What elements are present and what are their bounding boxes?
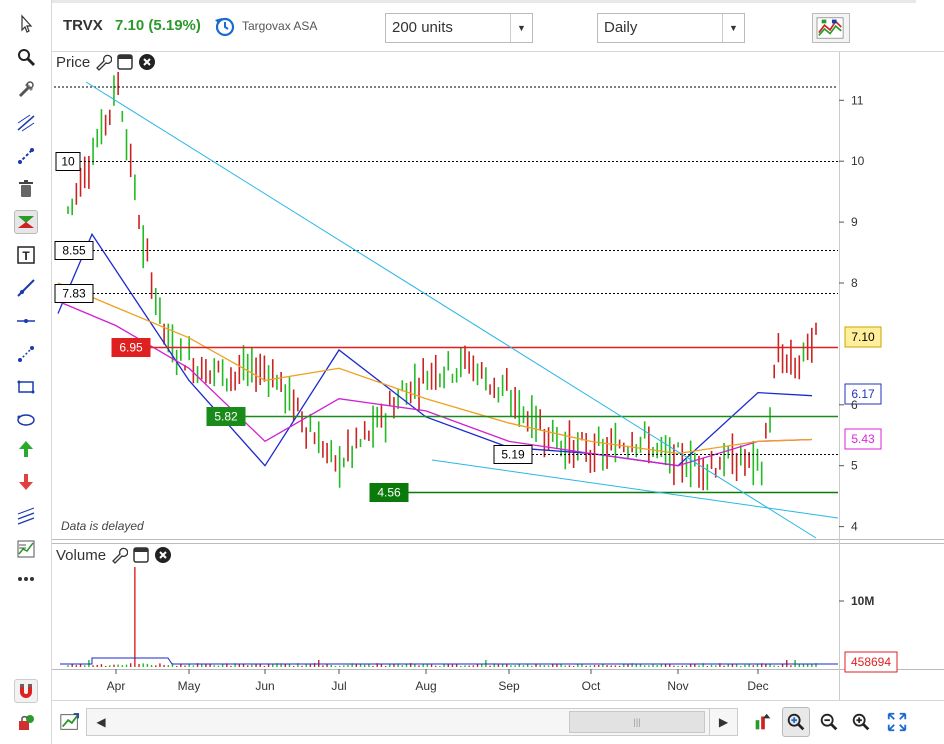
rectangle-tool-icon[interactable]	[14, 375, 38, 399]
tools-icon[interactable]	[14, 78, 38, 102]
x-tick-label: Nov	[667, 679, 688, 693]
y-tick-label: 4	[851, 520, 858, 534]
window-icon[interactable]	[116, 53, 134, 71]
level-label: 5.19	[501, 448, 525, 462]
level-label: 6.95	[119, 341, 143, 355]
price-chart[interactable]: 108.557.836.955.825.194.56 7.106.175.434…	[52, 52, 944, 700]
y-tick-label: 11	[851, 93, 864, 107]
draw-trend-icon[interactable]	[56, 707, 84, 737]
volume-pane-header: Volume	[56, 545, 177, 565]
y-tick-label: 5	[851, 459, 858, 473]
scroll-thumb[interactable]: |||	[569, 711, 705, 733]
scroll-right-icon[interactable]: ▶	[709, 709, 737, 735]
segment-tool-icon[interactable]	[14, 342, 38, 366]
x-tick-label: Apr	[107, 679, 126, 693]
channel-tool-icon[interactable]	[14, 505, 38, 529]
symbol-label: TRVX	[63, 17, 103, 34]
signal-tool-icon[interactable]	[14, 210, 38, 234]
wrench-icon[interactable]	[94, 53, 113, 71]
zoom-icon[interactable]	[14, 45, 38, 69]
reset-chart-icon[interactable]	[750, 707, 776, 737]
level-label: 7.83	[62, 287, 86, 301]
svg-text:T: T	[22, 249, 30, 263]
y-tick-label: 10	[851, 154, 865, 168]
zoom-out-icon[interactable]	[816, 707, 842, 737]
window-icon[interactable]	[132, 546, 150, 564]
last-price-change: 7.10 (5.19%)	[115, 17, 201, 34]
volume-ma-line	[60, 657, 838, 665]
interval-select[interactable]: Daily ▼	[597, 13, 745, 43]
range-select-value: 200 units	[392, 19, 453, 36]
data-delayed-note: Data is delayed	[61, 519, 144, 533]
trash-icon[interactable]	[14, 177, 38, 201]
ellipse-tool-icon[interactable]	[14, 408, 38, 432]
x-tick-label: Sep	[498, 679, 520, 693]
fullscreen-icon[interactable]	[884, 707, 910, 737]
text-tool-icon[interactable]: T	[14, 243, 38, 267]
zoom-in-icon[interactable]	[848, 707, 874, 737]
range-select[interactable]: 200 units ▼	[385, 13, 533, 43]
trendline-tool-icon[interactable]	[14, 111, 38, 135]
x-tick-label: Jul	[331, 679, 346, 693]
volume-tick-label: 10M	[851, 594, 874, 608]
price-pane-header: Price	[56, 52, 161, 72]
history-icon[interactable]	[213, 14, 237, 38]
magnet-icon[interactable]	[14, 679, 38, 703]
arrow-up-icon[interactable]	[14, 437, 38, 461]
top-bar: TRVX 7.10 (5.19%) Targovax ASA 200 units…	[52, 0, 944, 52]
x-tick-label: May	[178, 679, 201, 693]
chevron-down-icon: ▼	[722, 14, 744, 42]
horizontal-line-icon[interactable]	[14, 309, 38, 333]
company-name: Targovax ASA	[242, 19, 318, 33]
price-badge-label: 5.43	[851, 432, 875, 446]
pointer-icon[interactable]	[14, 12, 38, 36]
arrow-down-icon[interactable]	[14, 470, 38, 494]
lock-drawings-icon[interactable]	[14, 710, 38, 734]
level-label: 5.82	[214, 410, 238, 424]
chart-area[interactable]: 10 8.55 7.83 6.95 5.82 5.19 4.56 7.10 6.17 5.43 4…	[52, 52, 944, 700]
level-label: 4.56	[377, 486, 401, 500]
price-pane-label: Price	[56, 53, 91, 71]
x-tick-label: Dec	[747, 679, 768, 693]
chart-settings-button[interactable]	[812, 13, 850, 43]
chart-settings-icon	[816, 17, 844, 39]
bottom-bar: ◀ ||| ▶	[52, 700, 944, 744]
time-scrollbar[interactable]: ◀ ||| ▶	[86, 708, 738, 736]
price-badge-label: 7.10	[851, 330, 875, 344]
trendline-support	[431, 459, 839, 519]
more-icon[interactable]	[14, 567, 38, 591]
x-tick-label: Jun	[255, 679, 274, 693]
chevron-down-icon: ▼	[510, 14, 532, 42]
scroll-left-icon[interactable]: ◀	[87, 709, 115, 735]
zoom-fit-icon[interactable]	[782, 707, 810, 737]
x-tick-label: Oct	[582, 679, 601, 693]
x-tick-label: Aug	[415, 679, 436, 693]
indicator-tool-icon[interactable]	[14, 537, 38, 561]
y-tick-label: 9	[851, 215, 858, 229]
line-tool-icon[interactable]	[14, 144, 38, 168]
ray-tool-icon[interactable]	[14, 276, 38, 300]
level-label: 8.55	[62, 244, 86, 258]
close-icon[interactable]	[138, 53, 156, 71]
level-label: 10	[61, 155, 75, 169]
volume-pane-label: Volume	[56, 546, 107, 564]
volume-badge-label: 458694	[851, 655, 891, 669]
y-tick-label: 8	[851, 276, 858, 290]
wrench-icon[interactable]	[110, 546, 129, 564]
interval-select-value: Daily	[604, 19, 638, 36]
close-icon[interactable]	[154, 546, 172, 564]
trendline-down	[85, 81, 817, 539]
top-accent	[52, 0, 916, 3]
left-toolbar: T	[0, 0, 52, 744]
y-tick-label: 6	[851, 398, 858, 412]
moving-average-line	[57, 232, 813, 467]
